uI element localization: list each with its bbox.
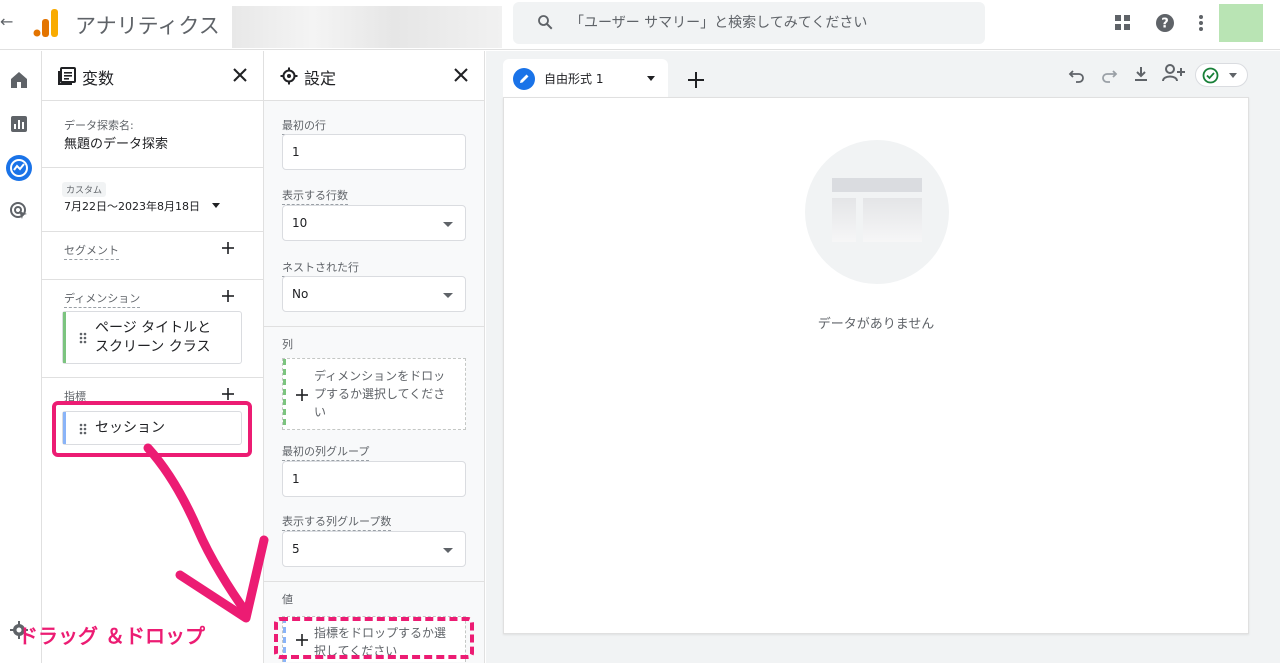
nested-rows-select[interactable]: No xyxy=(282,276,466,312)
first-column-group-label: 最初の列グループ xyxy=(282,443,370,461)
exploration-name-field[interactable]: 無題のデータ探索 xyxy=(64,133,168,152)
dimension-color-bar xyxy=(63,312,66,363)
empty-state-illustration xyxy=(805,140,949,284)
settings-gear-icon xyxy=(280,67,298,85)
date-dropdown-icon[interactable] xyxy=(212,203,220,208)
first-column-group-input[interactable]: 1 xyxy=(282,461,466,497)
dimension-section: ディメンション ページ タイトルと スクリーン クラス xyxy=(42,280,263,378)
columns-drop-line1: ディメンションをドロッ xyxy=(314,369,446,383)
empty-state-text: データがありません xyxy=(817,317,935,332)
nested-rows-label: ネストされた行 xyxy=(282,259,359,277)
reports-icon[interactable] xyxy=(8,113,30,135)
explore-icon[interactable] xyxy=(5,154,33,182)
help-icon[interactable]: ? xyxy=(1154,12,1176,34)
illustration-body xyxy=(863,198,922,242)
tab-label: 自由形式 1 xyxy=(544,72,604,86)
date-range-section: カスタム 7月22日～2023年8月18日 xyxy=(42,168,263,232)
chevron-down-icon xyxy=(443,548,453,553)
avatar[interactable] xyxy=(1219,4,1263,42)
variables-title: 変数 xyxy=(82,69,115,88)
column-groups-value: 5 xyxy=(292,542,300,556)
left-nav-rail xyxy=(0,51,42,663)
add-icon xyxy=(296,389,308,401)
dimension-label: ディメンション xyxy=(64,290,141,308)
columns-drop-line3: い xyxy=(314,405,327,419)
chevron-down-icon xyxy=(443,222,453,227)
columns-label: 列 xyxy=(282,338,293,351)
segment-label: セグメント xyxy=(64,242,119,260)
dimension-drop-bar xyxy=(283,359,286,429)
add-dimension-icon[interactable] xyxy=(221,289,235,303)
add-metric-icon[interactable] xyxy=(221,387,235,401)
annotation-caption: ドラッグ ＆ドロップ xyxy=(18,624,205,648)
dimension-chip[interactable]: ページ タイトルと スクリーン クラス xyxy=(62,311,242,364)
first-column-group-value: 1 xyxy=(292,472,300,486)
segment-section: セグメント xyxy=(42,232,263,280)
canvas: データがありません xyxy=(503,97,1249,634)
app-title: アナリティクス xyxy=(75,14,220,38)
home-icon[interactable] xyxy=(8,69,30,91)
share-user-icon[interactable] xyxy=(1162,63,1186,83)
rows-value: 10 xyxy=(292,216,308,230)
download-icon[interactable] xyxy=(1132,65,1150,83)
redo-icon[interactable] xyxy=(1100,65,1118,83)
columns-drop-line2: プするか選択してくださ xyxy=(314,387,446,401)
close-icon[interactable] xyxy=(231,66,249,84)
tab-freeform-1[interactable]: 自由形式 1 xyxy=(503,59,668,97)
add-segment-icon[interactable] xyxy=(221,241,235,255)
columns-drop-text: ディメンションをドロッ プするか選択してくださ い xyxy=(314,367,445,421)
date-range-text[interactable]: 7月22日～2023年8月18日 xyxy=(64,198,200,214)
search-icon xyxy=(538,15,553,30)
account-selector[interactable] xyxy=(232,6,502,48)
settings-title: 設定 xyxy=(304,69,337,88)
exploration-name-section: データ探索名: 無題のデータ探索 xyxy=(42,101,263,168)
annotation-drop-box xyxy=(274,617,474,659)
first-row-input[interactable]: 1 xyxy=(282,134,466,170)
exploration-name-label: データ探索名: xyxy=(64,119,134,132)
search-placeholder: 「ユーザー サマリー」と検索してみてください xyxy=(570,15,868,31)
analytics-logo xyxy=(33,9,58,37)
apps-grid-icon[interactable] xyxy=(1112,12,1134,34)
column-groups-label: 表示する列グループ数 xyxy=(282,513,392,531)
back-arrow-icon[interactable]: ← xyxy=(0,12,14,36)
date-badge: カスタム xyxy=(62,182,107,197)
rows-label: 表示する行数 xyxy=(282,187,348,205)
first-row-label: 最初の行 xyxy=(282,117,326,135)
illustration-sidebar xyxy=(832,198,856,242)
first-row-value: 1 xyxy=(292,145,300,159)
settings-panel: 設定 最初の行 1 表示する行数 10 ネストされた行 No 列 ディメンション… xyxy=(264,51,485,663)
illustration-header xyxy=(832,178,922,192)
divider xyxy=(264,581,484,582)
more-vert-icon[interactable] xyxy=(1195,12,1207,34)
drag-handle-icon[interactable] xyxy=(79,332,87,344)
tab-bar: 自由形式 1 xyxy=(503,51,1249,97)
divider xyxy=(264,326,484,327)
top-bar: ← アナリティクス 「ユーザー サマリー」と検索してみてください ? xyxy=(0,0,1280,50)
svg-text:?: ? xyxy=(1161,17,1169,32)
variables-header: 変数 xyxy=(42,51,263,101)
rows-select[interactable]: 10 xyxy=(282,205,466,241)
undo-icon[interactable] xyxy=(1068,65,1086,83)
status-dropdown-icon xyxy=(1229,73,1237,78)
variables-icon xyxy=(58,67,76,85)
values-label: 値 xyxy=(282,593,293,606)
add-tab-icon[interactable] xyxy=(678,64,714,96)
chevron-down-icon xyxy=(443,293,453,298)
columns-drop-zone[interactable]: ディメンションをドロッ プするか選択してくださ い xyxy=(282,358,466,430)
nested-rows-value: No xyxy=(292,287,309,301)
dimension-chip-line2: スクリーン クラス xyxy=(95,339,211,355)
status-button[interactable] xyxy=(1195,63,1248,87)
close-icon[interactable] xyxy=(452,66,470,84)
annotation-arrow-icon xyxy=(143,443,269,623)
check-circle-icon xyxy=(1202,67,1219,84)
dimension-chip-line1: ページ タイトルと xyxy=(95,320,212,336)
settings-header: 設定 xyxy=(264,51,484,101)
column-groups-select[interactable]: 5 xyxy=(282,531,466,567)
tab-dropdown-icon[interactable] xyxy=(647,76,655,81)
pencil-icon xyxy=(513,68,535,90)
advertising-icon[interactable] xyxy=(8,200,30,222)
